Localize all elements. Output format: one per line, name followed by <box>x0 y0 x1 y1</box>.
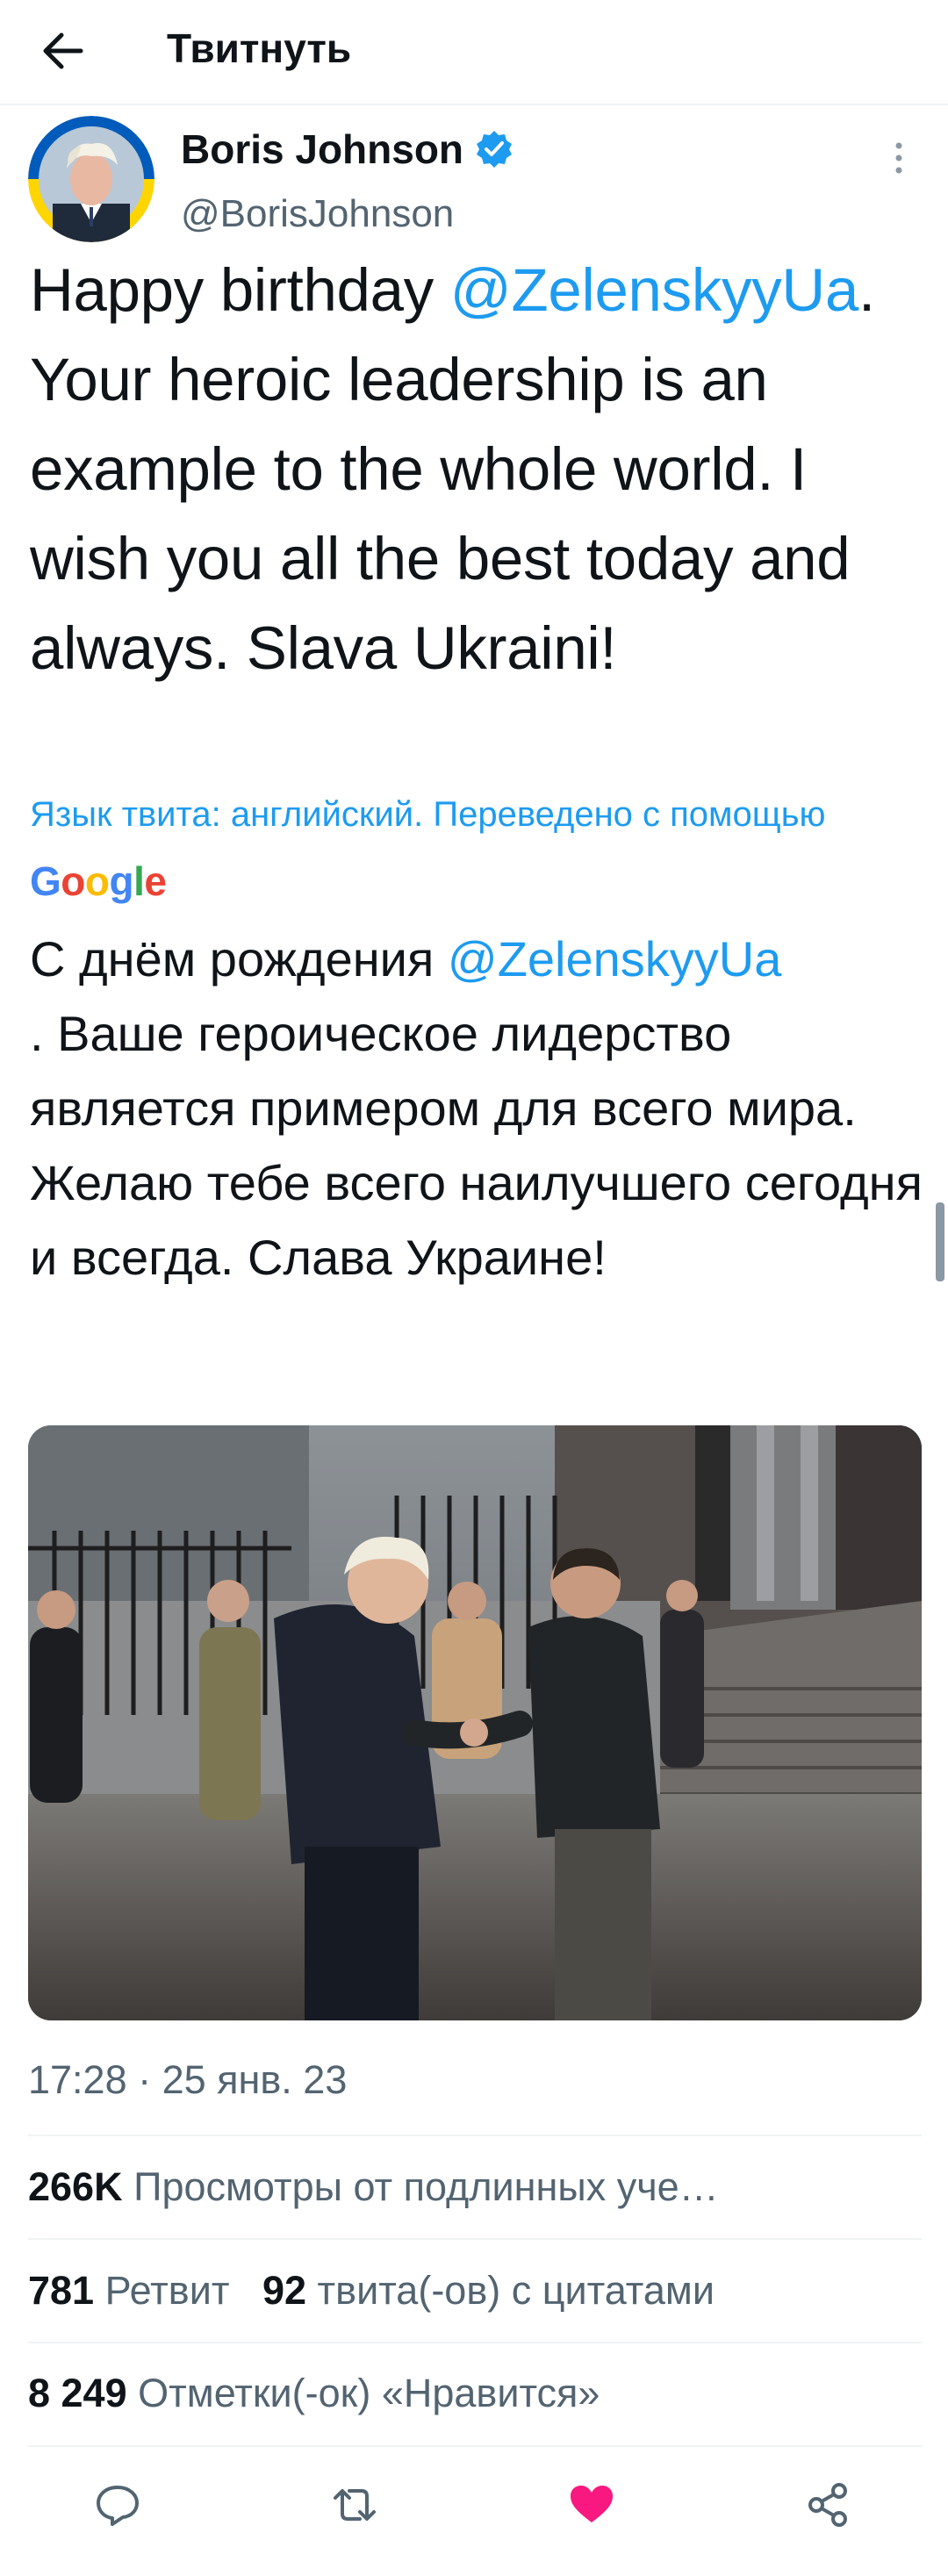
retweets-count[interactable]: 781 <box>28 2268 94 2313</box>
tweet-text: Happy birthday @ZelenskyyUa. Your heroic… <box>30 246 916 693</box>
more-vertical-icon <box>895 142 902 174</box>
retweets-row: 781 Ретвит 92 твита(-ов) с цитатами <box>28 2264 715 2317</box>
translation-note[interactable]: Язык твита: английский. Переведено с пом… <box>30 781 916 917</box>
tweet-photo[interactable] <box>28 1425 922 2020</box>
arrow-left-icon <box>43 32 83 69</box>
quotes-count[interactable]: 92 <box>262 2268 306 2313</box>
divider <box>28 2445 922 2447</box>
scrollbar-thumb[interactable] <box>936 1202 944 1281</box>
back-button[interactable] <box>35 23 91 79</box>
reply-icon <box>97 2486 139 2526</box>
views-row[interactable]: 266K Просмотры от подлинных уче… <box>28 2161 719 2214</box>
translation-text-part: С днём рождения <box>30 931 448 987</box>
google-logo: Google <box>30 858 167 904</box>
quotes-label[interactable]: твита(-ов) с цитатами <box>318 2268 715 2313</box>
avatar-image <box>28 116 154 242</box>
share-button[interactable] <box>802 2479 855 2531</box>
tweet-actions-bar <box>0 2458 948 2554</box>
translated-text: С днём рождения @ZelenskyyUa . Ваше герои… <box>30 922 925 1295</box>
divider <box>28 2238 922 2240</box>
likes-label: Отметки(-ок) «Нравится» <box>138 2371 600 2415</box>
retweet-button[interactable] <box>328 2479 381 2531</box>
more-options-button[interactable] <box>881 132 916 184</box>
likes-row[interactable]: 8 249 Отметки(-ок) «Нравится» <box>28 2367 600 2420</box>
views-count: 266K <box>28 2164 123 2209</box>
tweet-text-part: Happy birthday <box>30 256 450 324</box>
retweet-icon <box>334 2489 376 2521</box>
page-title: Твитнуть <box>167 25 352 71</box>
avatar[interactable] <box>28 116 154 242</box>
reply-button[interactable] <box>91 2479 144 2531</box>
translation-text-part: . Ваше героическое лидерство является пр… <box>30 1006 923 1285</box>
like-button[interactable] <box>565 2479 618 2531</box>
like-icon <box>571 2486 613 2522</box>
views-label: Просмотры от подлинных уче… <box>133 2164 719 2209</box>
retweets-label[interactable]: Ретвит <box>105 2268 230 2313</box>
share-icon <box>808 2483 847 2527</box>
author-handle[interactable]: @BorisJohnson <box>181 190 454 239</box>
likes-count: 8 249 <box>28 2371 127 2415</box>
divider <box>28 2342 922 2343</box>
translation-note-text: Язык твита: английский. Переведено с пом… <box>30 795 826 834</box>
tweet-timestamp[interactable]: 17:28 · 25 янв. 23 <box>28 2054 347 2106</box>
photo-image <box>28 1425 922 2020</box>
divider <box>28 2135 922 2136</box>
mention-link[interactable]: @ZelenskyyUa <box>450 256 859 324</box>
top-app-bar: Твитнуть <box>0 0 948 105</box>
author-name-row[interactable]: Boris Johnson <box>181 123 514 176</box>
author-name[interactable]: Boris Johnson <box>181 123 463 176</box>
verified-badge-icon <box>477 131 513 168</box>
mention-link[interactable]: @ZelenskyyUa <box>448 931 782 987</box>
